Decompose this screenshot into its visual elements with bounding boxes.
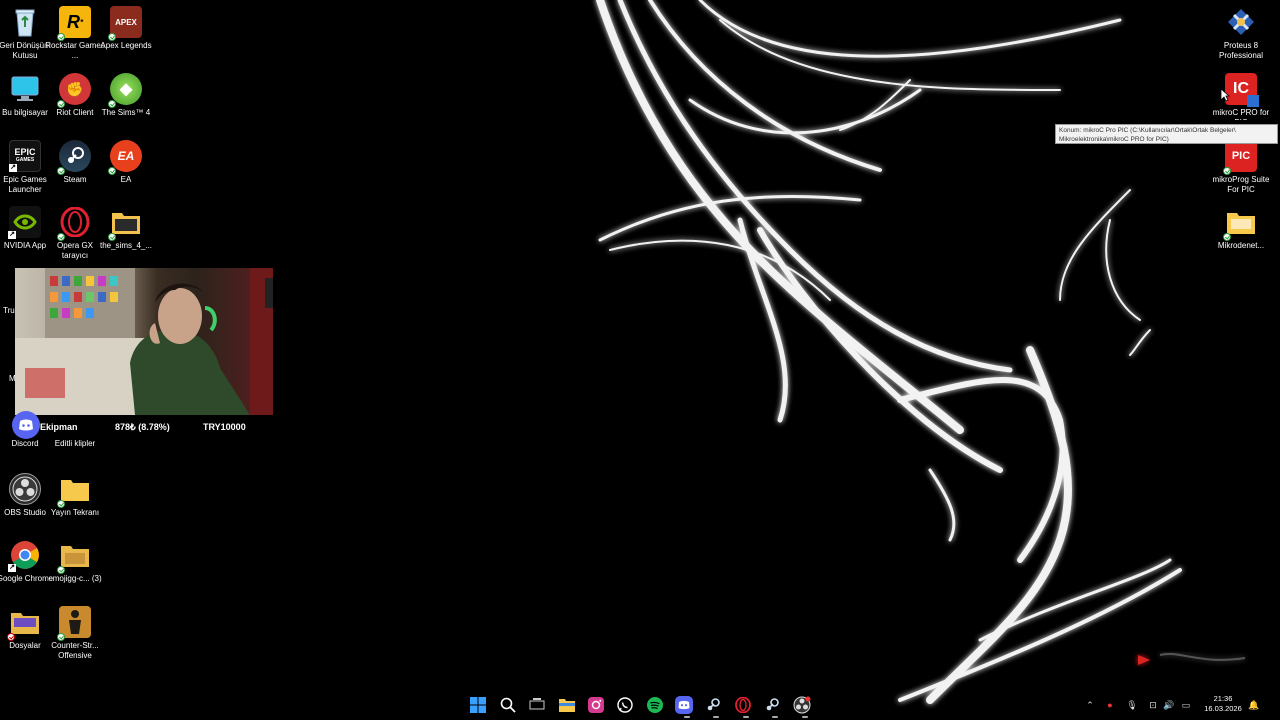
running-indicator bbox=[684, 716, 690, 718]
instagram-icon[interactable] bbox=[585, 694, 607, 716]
desktop-icon-opera-gx[interactable]: Opera GX tarayıcı bbox=[47, 206, 103, 261]
desktop-icon-label-editli-klipler[interactable]: Editli klipler bbox=[45, 439, 105, 448]
goal-target: TRY10000 bbox=[203, 422, 246, 432]
whatsapp-icon[interactable] bbox=[614, 694, 636, 716]
nvidia-icon: ↗ bbox=[8, 206, 41, 239]
proteus-icon bbox=[1225, 6, 1257, 38]
discord-icon[interactable] bbox=[673, 694, 695, 716]
covered-icon-label: Tru bbox=[3, 306, 15, 315]
apex-legends-icon: APEX bbox=[108, 6, 142, 41]
running-indicator bbox=[802, 716, 808, 718]
start-icon[interactable] bbox=[467, 694, 489, 716]
desktop-icon-proteus[interactable]: Proteus 8 Professional bbox=[1213, 6, 1269, 61]
notification-bell-icon[interactable]: 🔔 bbox=[1248, 699, 1260, 711]
desktop-icon-label: mikroC PRO for PIC bbox=[1212, 108, 1270, 120]
desktop-icon-epic-games[interactable]: EPIC GAMES ↗ Epic Games Launcher bbox=[0, 140, 53, 195]
file-explorer-icon[interactable] bbox=[556, 694, 578, 716]
running-indicator bbox=[713, 716, 719, 718]
desktop-icon-mikrodenet[interactable]: Mikrodenet... bbox=[1213, 206, 1269, 251]
mouse-cursor-icon bbox=[1220, 88, 1230, 102]
opera-gx-icon bbox=[57, 206, 91, 241]
desktop-icon-label: Apex Legends bbox=[100, 41, 152, 50]
discord-icon bbox=[12, 411, 40, 439]
tray-app-icon[interactable]: ● bbox=[1104, 699, 1116, 711]
ea-icon: EA bbox=[108, 140, 142, 175]
network-icon[interactable]: ⊡ bbox=[1147, 699, 1159, 711]
desktop-icon-the-sims-4[interactable]: ◆ The Sims™ 4 bbox=[98, 73, 154, 118]
running-indicator bbox=[743, 716, 749, 718]
desktop-icon-label: Mikrodenet... bbox=[1217, 241, 1265, 250]
folder-icon bbox=[108, 206, 142, 241]
clock-time: 21:36 bbox=[1213, 694, 1233, 703]
desktop-icon-mikroprog[interactable]: PIC mikroProg Suite For PIC bbox=[1213, 140, 1269, 195]
desktop-icon-label: Proteus 8 Professional bbox=[1218, 41, 1264, 60]
goal-name: Ekipman bbox=[40, 422, 78, 432]
desktop-icon-label: The Sims™ 4 bbox=[101, 108, 151, 117]
chrome-icon: ↗ bbox=[8, 539, 41, 572]
folder-icon bbox=[7, 606, 41, 641]
riot-client-icon: ✊ bbox=[57, 73, 91, 108]
desktop-icon-emojigg[interactable]: emojigg-c... (3) bbox=[47, 539, 103, 584]
desktop-icon-label: mikroProg Suite For PIC bbox=[1212, 175, 1270, 194]
desktop-icon-counter-strike[interactable]: Counter-Str... Offensive bbox=[47, 606, 103, 661]
battery-icon[interactable]: ▭ bbox=[1180, 699, 1192, 711]
recycle-bin-icon bbox=[9, 6, 41, 38]
tray-chevron-up-icon[interactable]: ⌃ bbox=[1084, 699, 1096, 711]
desktop-icon-riot-client[interactable]: ✊ Riot Client bbox=[47, 73, 103, 118]
goal-progress: 878₺ (8.78%) bbox=[115, 421, 170, 432]
obs-icon bbox=[9, 473, 41, 505]
spotify-icon[interactable] bbox=[644, 694, 666, 716]
desktop-icon-label: the_sims_4_... bbox=[99, 241, 153, 250]
epic-games-icon: EPIC GAMES ↗ bbox=[9, 140, 41, 172]
steam-icon[interactable] bbox=[761, 694, 783, 716]
desktop-icon-yayin-tekrani[interactable]: Yayın Tekranı bbox=[47, 473, 103, 518]
steam-icon[interactable] bbox=[702, 694, 724, 716]
microphone-icon[interactable]: 🎙 bbox=[1126, 699, 1138, 711]
desktop-icon-apex-legends[interactable]: APEX Apex Legends bbox=[98, 6, 154, 51]
desktop-icon-label: Counter-Str... Offensive bbox=[51, 641, 99, 660]
volume-icon[interactable]: 🔊 bbox=[1163, 699, 1175, 711]
running-indicator bbox=[772, 716, 778, 718]
counter-strike-icon bbox=[57, 606, 91, 641]
desktop-icon-label: emojigg-c... (3) bbox=[48, 574, 102, 583]
this-pc-icon bbox=[9, 73, 41, 105]
the-sims-4-icon: ◆ bbox=[108, 73, 142, 108]
search-icon[interactable] bbox=[497, 694, 519, 716]
opera-gx-icon[interactable] bbox=[732, 694, 754, 716]
folder-icon bbox=[57, 473, 91, 508]
task-view-icon[interactable] bbox=[526, 694, 548, 716]
rockstar-games-icon: R * bbox=[57, 6, 91, 41]
folder-icon bbox=[1223, 206, 1257, 241]
desktop-icon-label: Yayın Tekranı bbox=[50, 508, 100, 517]
desktop-icon-label: EA bbox=[120, 175, 132, 184]
taskbar-clock[interactable]: 21:36 16.03.2026 bbox=[1200, 694, 1246, 714]
folder-icon bbox=[57, 539, 91, 574]
desktop-icon-steam[interactable]: Steam bbox=[47, 140, 103, 185]
steam-icon bbox=[57, 140, 91, 175]
tooltip: Konum: mikroC Pro PIC (C:\Kullanıcılar\O… bbox=[1055, 124, 1278, 144]
stream-goal-bar: Ekipman 878₺ (8.78%) TRY10000 bbox=[12, 411, 254, 439]
desktop-icon-ea[interactable]: EA EA bbox=[98, 140, 154, 185]
desktop-icon-the-sims-folder[interactable]: the_sims_4_... bbox=[98, 206, 154, 251]
obs-icon[interactable] bbox=[791, 694, 813, 716]
desktop-icon-rockstar-games[interactable]: R * Rockstar Games ... bbox=[45, 6, 105, 61]
mikroprog-icon: PIC bbox=[1223, 140, 1257, 175]
clock-date: 16.03.2026 bbox=[1204, 704, 1242, 713]
webcam-overlay bbox=[15, 268, 273, 415]
